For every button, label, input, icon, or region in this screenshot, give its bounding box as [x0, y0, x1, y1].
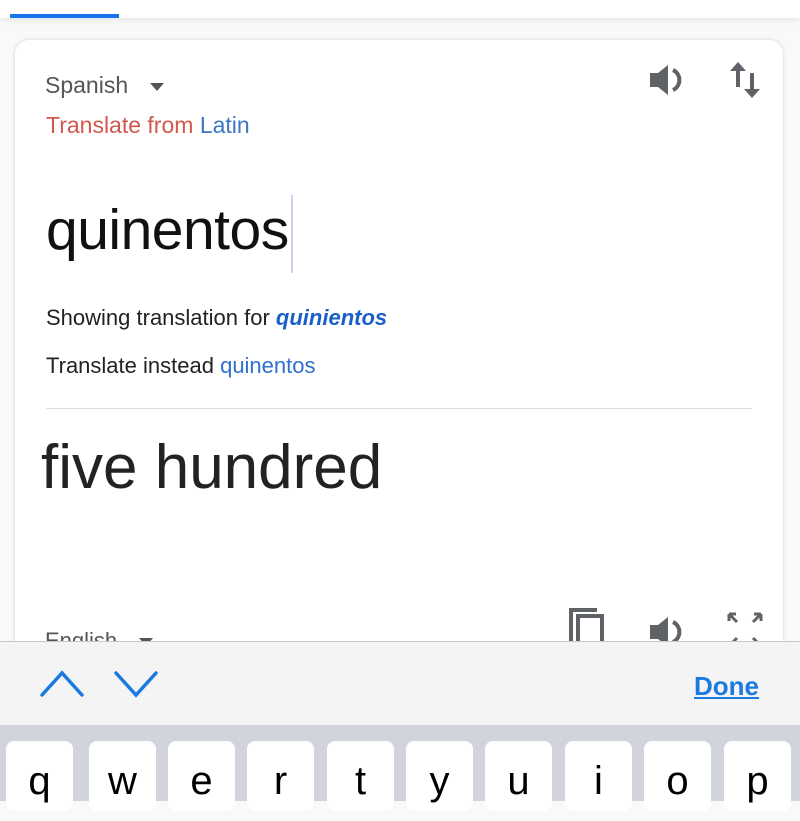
source-language-select[interactable]: Spanish — [45, 72, 165, 99]
top-bar — [0, 0, 800, 18]
translate-instead-link[interactable]: quinentos — [220, 353, 315, 378]
divider — [46, 408, 752, 409]
translate-from-prefix: Translate from — [46, 112, 194, 138]
done-button[interactable]: Done — [694, 671, 759, 702]
showing-prefix: Showing translation for — [46, 305, 270, 330]
text-cursor — [290, 195, 293, 273]
corrected-term: quinientos — [275, 305, 388, 330]
source-text-input[interactable]: quinentos — [46, 195, 293, 273]
detected-language-link[interactable]: Latin — [200, 112, 250, 138]
translation-card: Spanish Translate from Latin quinentos S… — [15, 40, 783, 740]
translation-output: five hundred — [41, 433, 383, 502]
source-text: quinentos — [46, 198, 289, 263]
dropdown-caret-icon — [150, 82, 165, 91]
speaker-icon[interactable] — [648, 60, 688, 100]
next-field-icon[interactable] — [114, 670, 158, 698]
translate-from-suggestion[interactable]: Translate from Latin — [46, 112, 250, 139]
active-tab-indicator — [10, 14, 119, 18]
previous-field-icon[interactable] — [40, 670, 84, 698]
keyboard: q w e r t y u i o p — [0, 725, 800, 811]
source-language-label: Spanish — [45, 72, 129, 98]
keyboard-accessory-bar: Done — [0, 641, 800, 725]
translate-instead: Translate instead quinentos — [46, 353, 316, 379]
swap-languages-icon[interactable] — [728, 60, 762, 100]
instead-prefix: Translate instead — [46, 353, 214, 378]
showing-translation-for: Showing translation for quinientos — [46, 305, 387, 331]
copy-icon[interactable] — [568, 606, 608, 646]
